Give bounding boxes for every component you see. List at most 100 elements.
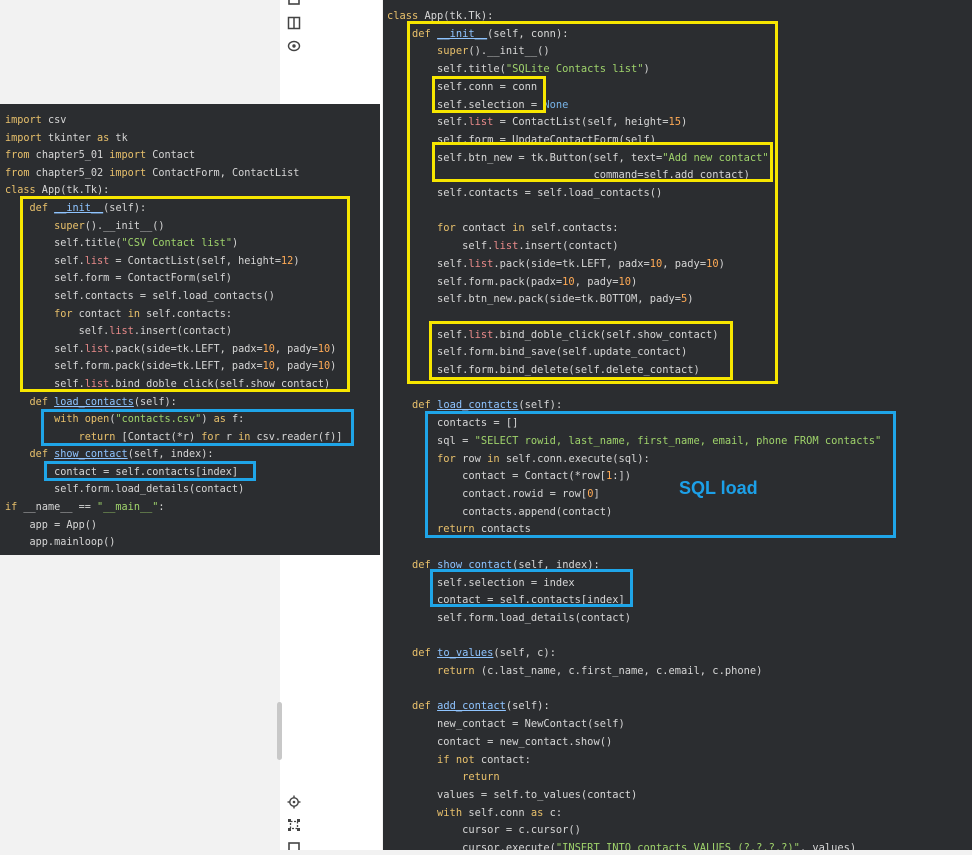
code-token: contact = self.contacts[index] [387, 594, 625, 607]
code-token: ) [293, 255, 300, 267]
square-icon[interactable] [287, 841, 301, 855]
code-token: : [158, 502, 165, 514]
code-line: def show_contact(self, index): [5, 446, 342, 464]
code-token: self. [5, 378, 85, 390]
code-token: self.form.pack(side=tk.LEFT, padx= [5, 361, 263, 373]
code-token: import [109, 150, 147, 162]
code-token: import [5, 132, 42, 144]
code-token: def [412, 647, 431, 660]
code-token: app = App() [5, 519, 98, 531]
code-token: 10 [317, 343, 331, 355]
code-token: as [97, 132, 110, 144]
code-token: ContactForm, ContactList [146, 167, 300, 179]
code-token: def [412, 700, 431, 713]
code-token: , values) [799, 842, 857, 850]
code-line: def show_contact(self, index): [387, 557, 881, 575]
code-line: self.form = UpdateContactForm(self) [387, 132, 881, 150]
code-token: open [84, 414, 110, 426]
code-token: import [109, 167, 147, 179]
code-token: .bind_doble_click(self.show_contact) [109, 378, 331, 390]
code-token: app.mainloop() [5, 537, 116, 549]
code-token: in [487, 452, 500, 465]
code-token: in [512, 222, 525, 235]
code-token: with [54, 414, 79, 426]
code-line: def load_contacts(self): [387, 397, 881, 415]
code-line: self.form.pack(side=tk.LEFT, padx=10, pa… [5, 358, 342, 376]
code-token: .pack(side=tk.LEFT, padx= [493, 257, 650, 270]
code-token: self.selection = index [387, 576, 575, 589]
code-token: in [127, 308, 140, 320]
code-line: self.title("SQLite Contacts list") [387, 61, 881, 79]
code-line: self.form.bind_delete(self.delete_contac… [387, 362, 881, 380]
code-token: as [213, 414, 226, 426]
code-token: cursor.execute( [387, 842, 556, 850]
code-token: def [29, 202, 48, 214]
code-line: app = App() [5, 517, 342, 535]
code-line: contact = self.contacts[index] [5, 464, 342, 482]
code-token: ().__init__() [468, 45, 550, 58]
code-token: (self): [133, 396, 177, 408]
code-token: contact = Contact(*row[ [387, 470, 606, 483]
code-token: self.btn_new = tk.Button(self, text= [387, 151, 663, 164]
code-line: contact = new_contact.show() [387, 734, 881, 752]
code-token: return [78, 431, 116, 443]
sql-load-label: SQL load [679, 478, 758, 498]
code-token: (self, conn): [487, 27, 569, 40]
code-line: import csv [5, 112, 342, 130]
code-token: list [468, 116, 494, 129]
code-token: "SELECT rowid, last_name, first_name, em… [474, 434, 882, 447]
code-token: :]) [612, 470, 631, 483]
eye-icon[interactable] [287, 39, 301, 53]
code-token: __init__ [54, 202, 104, 214]
code-token: (self, c): [493, 647, 556, 660]
code-token: super [437, 45, 469, 58]
code-line: if __name__ == "__main__": [5, 499, 342, 517]
code-line: self.title("CSV Contact list") [5, 235, 342, 253]
csv-code-block: import csv import tkinter as tk from chapt… [5, 112, 342, 552]
code-token: "Add new contact" [662, 151, 769, 164]
book-icon[interactable] [287, 16, 301, 30]
code-token: self.form = ContactForm(self) [5, 273, 232, 285]
code-token: csv.reader(f)] [250, 431, 343, 443]
code-line: class App(tk.Tk): [5, 182, 342, 200]
square-icon[interactable] [287, 0, 301, 14]
code-token: list [84, 343, 110, 355]
code-token: 10 [618, 275, 631, 288]
code-line: import tkinter as tk [5, 130, 342, 148]
scrollbar-thumb[interactable] [277, 702, 282, 760]
code-token: .insert(contact) [518, 240, 619, 253]
csv-code-panel: import csv import tkinter as tk from chapt… [0, 104, 380, 555]
code-token: , pady= [574, 275, 619, 288]
code-token: 12 [281, 255, 294, 267]
code-token: ) [687, 293, 694, 306]
crosshair-icon[interactable] [287, 795, 301, 809]
transform-icon[interactable] [287, 818, 301, 832]
code-token: show_contact [54, 449, 128, 461]
code-token: self.form.pack(padx= [387, 275, 563, 288]
code-token: with [437, 806, 463, 819]
code-token: self.contacts: [139, 308, 232, 320]
code-token: ().__init__() [84, 220, 165, 232]
code-token: ) [631, 275, 638, 288]
code-token: list [84, 378, 110, 390]
code-line: if not contact: [387, 752, 881, 770]
code-token: 15 [668, 116, 682, 129]
code-token: load_contacts [54, 396, 134, 408]
code-token: command=self.add_contact) [387, 169, 750, 182]
code-token: chapter5_02 [29, 167, 110, 179]
code-token: [Contact(*r) [115, 431, 202, 443]
code-token: __init__ [437, 27, 488, 40]
code-token: ) [330, 343, 337, 355]
code-token: ) [681, 116, 688, 129]
code-token: list [109, 326, 134, 338]
code-line: for row in self.conn.execute(sql): [387, 451, 881, 469]
code-token: from [5, 167, 30, 179]
code-token: 10 [562, 275, 575, 288]
